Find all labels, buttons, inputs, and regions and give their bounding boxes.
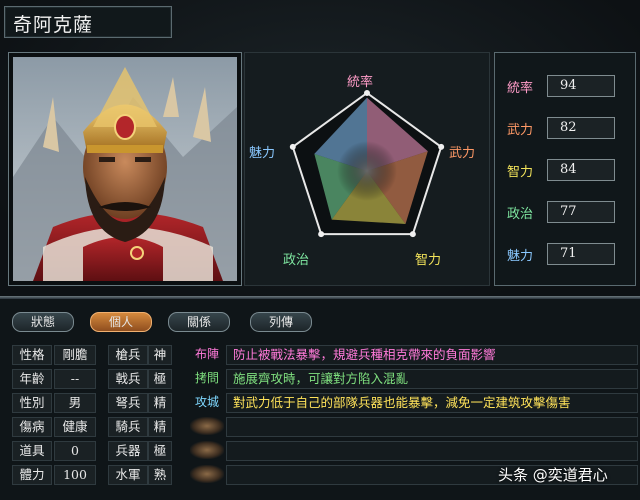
radar-vertex <box>364 90 370 96</box>
personal-label: 體力 <box>12 465 52 485</box>
troop-label: 水軍 <box>108 465 148 485</box>
skill-description <box>226 417 638 437</box>
troop-aptitude: 神 <box>148 345 172 365</box>
skill-description: 防止被戰法暴擊，規避兵種相克帶來的負面影響 <box>226 345 638 365</box>
personal-value: 健康 <box>54 417 96 437</box>
troop-aptitude: 精 <box>148 393 172 413</box>
general-name: 奇阿克薩 <box>13 14 94 36</box>
troop-aptitude: 精 <box>148 417 172 437</box>
stat-value-politics: 77 <box>547 201 615 223</box>
troop-label: 戟兵 <box>108 369 148 389</box>
skill-name[interactable]: 攻城 <box>190 393 224 411</box>
skill-description <box>226 441 638 461</box>
skill-slot-empty[interactable] <box>190 465 224 483</box>
radar-vertex <box>409 231 416 238</box>
troop-label: 騎兵 <box>108 417 148 437</box>
skill-slot-empty[interactable] <box>190 417 224 435</box>
stat-value-command: 94 <box>547 75 615 97</box>
radar-label-might: 武力 <box>449 146 476 161</box>
stat-row-politics: 政治 77 <box>503 201 625 223</box>
troop-label: 槍兵 <box>108 345 148 365</box>
skill-name[interactable]: 布陣 <box>190 345 224 363</box>
tab-relations[interactable]: 關係 <box>168 312 230 332</box>
troop-aptitude: 熟 <box>148 465 172 485</box>
personal-value: -- <box>54 369 96 389</box>
stat-label-politics: 政治 <box>507 207 534 222</box>
portrait-frame <box>8 52 242 286</box>
tab-status[interactable]: 狀態 <box>12 312 74 332</box>
skill-description: 施展齊攻時，可讓對方陷入混亂 <box>226 369 638 389</box>
personal-label: 年齡 <box>12 369 52 389</box>
troop-aptitude: 極 <box>148 441 172 461</box>
radar-chart-box: 統率 武力 智力 政治 魅力 <box>244 52 490 286</box>
stat-label-intelligence: 智力 <box>507 165 534 180</box>
portrait-illustration <box>13 57 237 281</box>
personal-label: 性別 <box>12 393 52 413</box>
general-name-box: 奇阿克薩 <box>4 6 172 38</box>
personal-value: 剛膽 <box>54 345 96 365</box>
stat-label-charm: 魅力 <box>507 249 534 264</box>
stat-panel: 統率 94 武力 82 智力 84 政治 77 魅力 71 <box>494 52 636 286</box>
general-portrait <box>13 57 237 281</box>
radar-label-command: 統率 <box>347 75 374 90</box>
tab-biography[interactable]: 列傳 <box>250 312 312 332</box>
stat-row-command: 統率 94 <box>503 75 625 97</box>
stat-label-command: 統率 <box>507 81 534 96</box>
stat-row-charm: 魅力 71 <box>503 243 625 265</box>
stat-row-intelligence: 智力 84 <box>503 159 625 181</box>
stat-value-might: 82 <box>547 117 615 139</box>
stat-value-charm: 71 <box>547 243 615 265</box>
personal-value: 0 <box>54 441 96 461</box>
radar-vertex <box>289 143 296 150</box>
tab-personal[interactable]: 個人 <box>90 312 152 332</box>
stat-label-might: 武力 <box>507 123 534 138</box>
personal-value: 100 <box>54 465 96 485</box>
skill-slot-empty[interactable] <box>190 441 224 459</box>
radar-label-intelligence: 智力 <box>415 253 442 268</box>
personal-label: 傷病 <box>12 417 52 437</box>
troop-label: 弩兵 <box>108 393 148 413</box>
personal-label: 道具 <box>12 441 52 461</box>
troop-aptitude: 極 <box>148 369 172 389</box>
personal-label: 性格 <box>12 345 52 365</box>
radar-center-glow <box>337 141 397 201</box>
skill-description: 對武力低于自己的部隊兵器也能暴擊，減免一定建筑攻擊傷害 <box>226 393 638 413</box>
watermark: 头条 @奕道君心 <box>498 466 608 484</box>
radar-vertex <box>438 143 445 150</box>
radar-label-politics: 政治 <box>283 253 310 268</box>
stat-value-intelligence: 84 <box>547 159 615 181</box>
radar-vertex <box>318 231 325 238</box>
radar-label-charm: 魅力 <box>249 146 276 161</box>
skill-name[interactable]: 拷問 <box>190 369 224 387</box>
personal-value: 男 <box>54 393 96 413</box>
stat-row-might: 武力 82 <box>503 117 625 139</box>
troop-label: 兵器 <box>108 441 148 461</box>
